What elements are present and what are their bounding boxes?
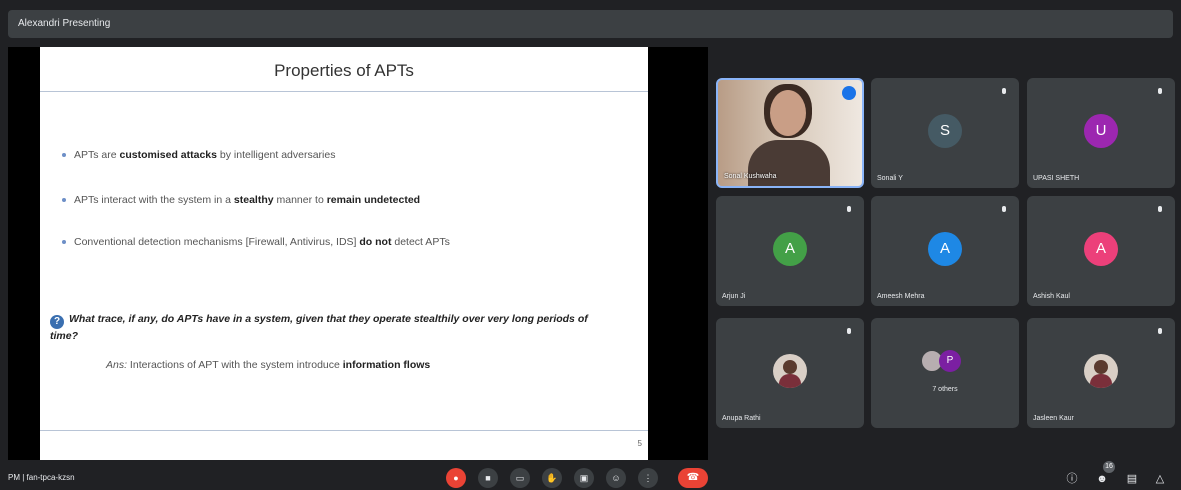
slide-answer: Ans: Interactions of APT with the system… bbox=[106, 359, 430, 371]
slide-title: Properties of APTs bbox=[274, 61, 414, 80]
participant-tile[interactable]: Anupa Rathi bbox=[716, 318, 864, 428]
participant-tile[interactable]: U UPASI SHETH bbox=[1027, 78, 1175, 188]
bullet-bold-text: remain undetected bbox=[326, 194, 421, 206]
more-options-icon[interactable]: ⋮ bbox=[638, 468, 658, 488]
info-icon[interactable]: ⓘ bbox=[1064, 471, 1080, 487]
slide-title-divider bbox=[40, 91, 648, 92]
captions-icon[interactable]: ▭ bbox=[510, 468, 530, 488]
video-face bbox=[770, 90, 806, 136]
avatar: S bbox=[928, 114, 962, 148]
participant-tile[interactable]: A Ameesh Mehra bbox=[871, 196, 1019, 306]
presenter-bar: Alexandri Presenting bbox=[8, 10, 1173, 38]
avatar bbox=[773, 354, 807, 388]
participant-tile[interactable]: A Arjun Ji bbox=[716, 196, 864, 306]
slide-number: 5 bbox=[637, 439, 642, 448]
slide: Properties of APTs APTs are customised a… bbox=[40, 47, 648, 460]
participant-name: Sonal Kushwaha bbox=[724, 173, 777, 180]
mic-off-icon bbox=[1001, 88, 1007, 96]
question-icon: ? bbox=[50, 315, 64, 329]
raise-hand-icon[interactable]: ✋ bbox=[542, 468, 562, 488]
participant-name: Arjun Ji bbox=[722, 293, 746, 300]
others-avatars: P bbox=[921, 350, 969, 372]
camera-off-icon[interactable]: ■ bbox=[478, 468, 498, 488]
chat-icon[interactable]: ▤ bbox=[1124, 471, 1140, 487]
participant-name: Ashish Kaul bbox=[1033, 293, 1070, 300]
bullet-bold-text: do not bbox=[359, 236, 392, 248]
bullet-dot-icon bbox=[62, 153, 66, 158]
meeting-info: PM | fan-tpca-kzsn bbox=[8, 473, 75, 482]
avatar: A bbox=[928, 232, 962, 266]
slide-footer-divider bbox=[40, 430, 648, 431]
avatar: P bbox=[939, 350, 961, 372]
avatar: U bbox=[1084, 114, 1118, 148]
answer-text: Interactions of APT with the system intr… bbox=[127, 359, 343, 371]
bullet-text: APTs are bbox=[74, 149, 120, 161]
end-call-button[interactable]: ☎ bbox=[678, 468, 708, 488]
activities-icon[interactable]: △ bbox=[1152, 471, 1168, 487]
mic-off-icon bbox=[846, 328, 852, 336]
bullet-dot-icon bbox=[62, 198, 66, 203]
participant-name: UPASI SHETH bbox=[1033, 175, 1080, 182]
mic-off-icon[interactable]: ● bbox=[446, 468, 466, 488]
people-icon[interactable]: ☻ bbox=[1094, 471, 1110, 487]
people-count-badge: 16 bbox=[1103, 461, 1115, 473]
mic-off-icon bbox=[1001, 206, 1007, 214]
participant-name: Anupa Rathi bbox=[722, 415, 761, 422]
participant-tile[interactable]: A Ashish Kaul bbox=[1027, 196, 1175, 306]
slide-bullet: APTs are customised attacks by intellige… bbox=[62, 149, 335, 161]
speaking-indicator-icon bbox=[842, 86, 856, 100]
slide-bullet: APTs interact with the system in a steal… bbox=[62, 194, 420, 206]
bullet-dot-icon bbox=[62, 240, 66, 245]
reactions-icon[interactable]: ☺ bbox=[606, 468, 626, 488]
question-text: What trace, if any, do APTs have in a sy… bbox=[50, 313, 588, 342]
presenter-name: Alexandri Presenting bbox=[18, 18, 111, 29]
participant-tile[interactable]: Sonal Kushwaha bbox=[716, 78, 864, 188]
avatar bbox=[1084, 354, 1118, 388]
participant-name: Sonali Y bbox=[877, 175, 903, 182]
bullet-text: Conventional detection mechanisms [Firew… bbox=[74, 236, 360, 248]
participant-name: Ameesh Mehra bbox=[877, 293, 925, 300]
present-icon[interactable]: ▣ bbox=[574, 468, 594, 488]
others-count-label: 7 others bbox=[932, 386, 958, 393]
participant-name: Jasleen Kaur bbox=[1033, 415, 1074, 422]
participant-tile[interactable]: Jasleen Kaur bbox=[1027, 318, 1175, 428]
bullet-text: APTs interact with the system in a bbox=[74, 194, 234, 206]
bullet-bold-text: customised attacks bbox=[119, 149, 217, 161]
participant-tile-others[interactable]: P 7 others bbox=[871, 318, 1019, 428]
mic-off-icon bbox=[846, 206, 852, 214]
bullet-text: by intelligent adversaries bbox=[217, 149, 336, 161]
bullet-bold-text: stealthy bbox=[233, 194, 274, 206]
meet-window: Alexandri Presenting Properties of APTs … bbox=[0, 0, 1181, 490]
avatar: A bbox=[773, 232, 807, 266]
bullet-text: manner to bbox=[273, 194, 327, 206]
participant-tile[interactable]: S Sonali Y bbox=[871, 78, 1019, 188]
slide-question: ? What trace, if any, do APTs have in a s… bbox=[50, 312, 610, 343]
mic-off-icon bbox=[1157, 88, 1163, 96]
bottom-toolbar: PM | fan-tpca-kzsn ● ■ ▭ ✋ ▣ ☺ ⋮ ☎ ⓘ ☻ 1… bbox=[0, 461, 1181, 490]
bullet-text: detect APTs bbox=[391, 236, 450, 248]
video-body bbox=[748, 140, 830, 186]
slide-bullet: Conventional detection mechanisms [Firew… bbox=[62, 236, 450, 248]
end-call-icon: ☎ bbox=[686, 472, 700, 483]
mic-off-icon bbox=[1157, 206, 1163, 214]
mic-off-icon bbox=[1157, 328, 1163, 336]
avatar: A bbox=[1084, 232, 1118, 266]
answer-label: Ans: bbox=[106, 359, 128, 371]
answer-bold-text: information flows bbox=[342, 359, 431, 371]
